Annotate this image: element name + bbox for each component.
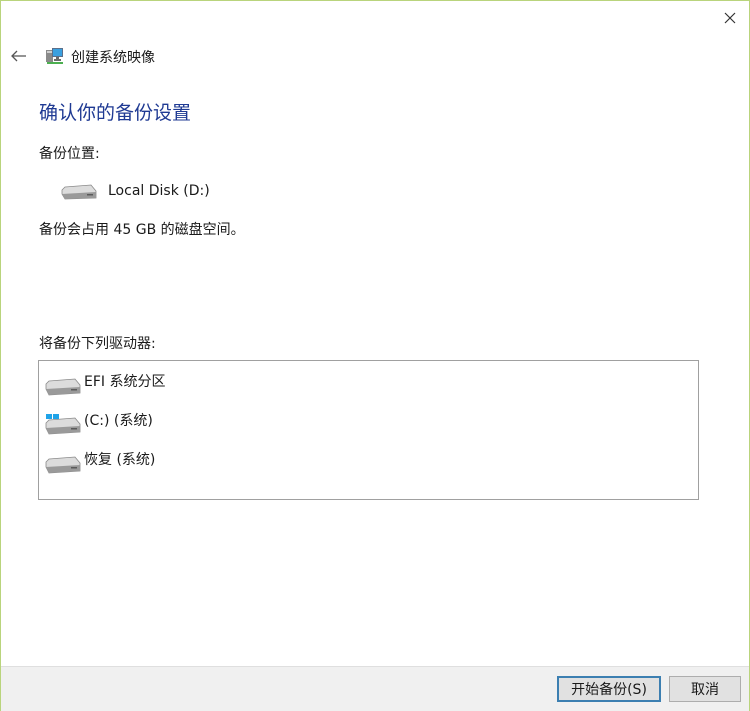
close-icon: [724, 12, 736, 24]
drive-label: 恢复 (系统): [84, 452, 156, 468]
page-heading: 确认你的备份设置: [39, 102, 192, 124]
close-button[interactable]: [717, 7, 743, 29]
drive-label: EFI 系统分区: [84, 374, 166, 390]
drives-label: 将备份下列驱动器:: [39, 336, 156, 352]
drive-label: (C:) (系统): [84, 413, 153, 429]
backup-location-label: 备份位置:: [39, 146, 100, 162]
drive-item-recovery: 恢复 (系统): [45, 445, 685, 475]
dialog-window: 创建系统映像 确认你的备份设置 备份位置: Local Disk (D:) 备份…: [0, 0, 750, 711]
cancel-button[interactable]: 取消: [669, 676, 741, 702]
start-backup-button[interactable]: 开始备份(S): [557, 676, 661, 702]
drive-list: EFI 系统分区 (C:) (系统) 恢复 (系统): [38, 360, 699, 500]
hard-disk-icon: [61, 184, 97, 200]
hard-disk-icon: [45, 456, 81, 474]
window-title: 创建系统映像: [71, 50, 155, 66]
hard-disk-icon: [45, 378, 81, 396]
back-button[interactable]: [9, 46, 29, 66]
back-arrow-icon: [11, 50, 26, 62]
system-image-icon: [46, 48, 63, 64]
space-note: 备份会占用 45 GB 的磁盘空间。: [39, 222, 245, 238]
backup-location-name: Local Disk (D:): [108, 183, 210, 199]
drive-item-c: (C:) (系统): [45, 406, 685, 436]
windows-disk-icon: [45, 414, 81, 435]
drive-item-efi: EFI 系统分区: [45, 367, 685, 397]
footer-bar: 开始备份(S) 取消: [1, 666, 749, 711]
